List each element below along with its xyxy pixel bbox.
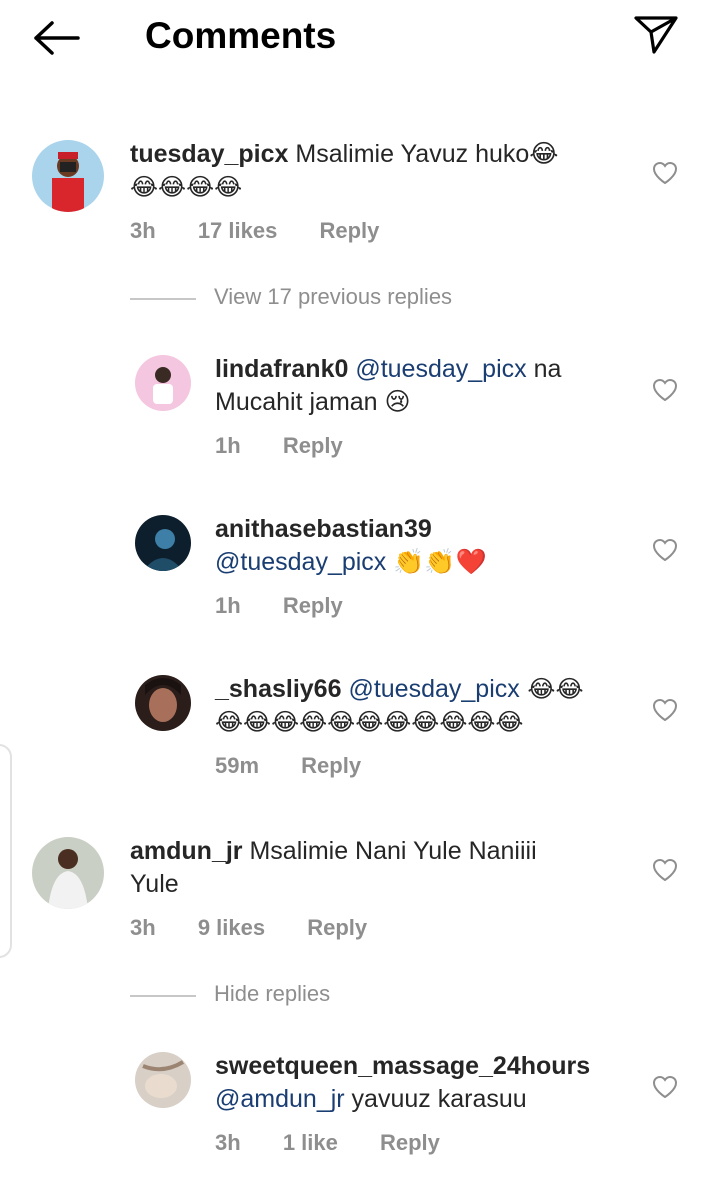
reply-button[interactable]: Reply — [319, 218, 379, 243]
comment-text: Msalimie Nani Yule Naniiii — [249, 837, 537, 865]
reply-username[interactable]: anithasebastian39 — [215, 515, 432, 543]
comment-item: tuesday_picx Msalimie Yavuz huko😂 😂😂😂😂 3… — [0, 130, 720, 260]
reply-button[interactable]: Reply — [283, 433, 343, 458]
divider — [130, 995, 196, 997]
hide-replies-label: Hide replies — [214, 981, 331, 1006]
comment-body: amdun_jr Msalimie Nani Yule Naniiii Yule — [130, 835, 630, 901]
heart-icon[interactable] — [651, 697, 679, 723]
reply-button[interactable]: Reply — [307, 915, 367, 940]
comment-meta: 3h 9 likes Reply — [130, 915, 403, 941]
reply-text: 👏👏❤️ — [386, 548, 487, 576]
reply-likes[interactable]: 1 like — [283, 1130, 338, 1155]
reply-body: _shasliy66 @tuesday_picx 😂😂 😂😂😂😂😂😂😂😂😂😂😂 — [215, 673, 635, 739]
comment-body: tuesday_picx Msalimie Yavuz huko😂 😂😂😂😂 — [130, 138, 630, 204]
reply-item: sweetqueen_massage_24hours @amdun_jr yav… — [0, 1042, 720, 1172]
mention-link[interactable]: @amdun_jr — [215, 1085, 345, 1113]
reply-meta: 3h 1 like Reply — [215, 1130, 476, 1156]
reply-item: anithasebastian39 @tuesday_picx 👏👏❤️ 1h … — [0, 505, 720, 635]
avatar[interactable] — [135, 515, 191, 571]
reply-body: lindafrank0 @tuesday_picx na Mucahit jam… — [215, 353, 635, 419]
heart-icon[interactable] — [651, 377, 679, 403]
heart-icon[interactable] — [651, 857, 679, 883]
paper-plane-icon — [634, 16, 678, 54]
comment-username[interactable]: tuesday_picx — [130, 140, 288, 168]
reply-item: lindafrank0 @tuesday_picx na Mucahit jam… — [0, 345, 720, 475]
reply-time: 1h — [215, 433, 241, 458]
avatar[interactable] — [135, 355, 191, 411]
reply-button[interactable]: Reply — [283, 593, 343, 618]
comment-time: 3h — [130, 218, 156, 243]
reply-body: sweetqueen_massage_24hours @amdun_jr yav… — [215, 1050, 635, 1116]
comment-text: Msalimie Yavuz huko😂 — [295, 140, 559, 168]
comment-text-line2: Yule — [130, 870, 179, 898]
reply-username[interactable]: sweetqueen_massage_24hours — [215, 1052, 590, 1080]
reply-body: anithasebastian39 @tuesday_picx 👏👏❤️ — [215, 513, 635, 579]
page-title: Comments — [145, 15, 337, 56]
reply-item: _shasliy66 @tuesday_picx 😂😂 😂😂😂😂😂😂😂😂😂😂😂 … — [0, 665, 720, 795]
back-button[interactable] — [30, 18, 82, 58]
reply-time: 59m — [215, 753, 260, 778]
reply-meta: 59m Reply — [215, 753, 397, 779]
heart-icon[interactable] — [651, 1074, 679, 1100]
top-bar: Comments — [0, 0, 720, 80]
hide-replies-toggle[interactable]: Hide replies — [130, 981, 430, 1011]
reply-username[interactable]: lindafrank0 — [215, 355, 348, 383]
avatar[interactable] — [32, 140, 104, 212]
mention-link[interactable]: @tuesday_picx — [215, 548, 386, 576]
mention-link[interactable]: @tuesday_picx — [355, 355, 526, 383]
reply-meta: 1h Reply — [215, 433, 379, 459]
edge-panel-handle[interactable] — [0, 744, 12, 958]
heart-icon[interactable] — [651, 160, 679, 186]
share-button[interactable] — [632, 12, 680, 56]
arrow-left-icon — [34, 21, 80, 55]
comment-item: amdun_jr Msalimie Nani Yule Naniiii Yule… — [0, 827, 720, 957]
reply-time: 1h — [215, 593, 241, 618]
comment-likes[interactable]: 17 likes — [198, 218, 278, 243]
reply-username[interactable]: _shasliy66 — [215, 675, 342, 703]
reply-text: yavuuz karasuu — [344, 1085, 527, 1113]
heart-icon[interactable] — [651, 537, 679, 563]
avatar[interactable] — [135, 1052, 191, 1108]
reply-text-line2: Mucahit jaman 😢 — [215, 388, 411, 416]
reply-time: 3h — [215, 1130, 241, 1155]
divider — [130, 298, 196, 300]
reply-meta: 1h Reply — [215, 593, 379, 619]
avatar[interactable] — [135, 675, 191, 731]
comment-text-line2: 😂😂😂😂 — [130, 173, 243, 201]
comment-likes[interactable]: 9 likes — [198, 915, 265, 940]
comment-time: 3h — [130, 915, 156, 940]
reply-text-line2: 😂😂😂😂😂😂😂😂😂😂😂 — [215, 708, 524, 736]
comment-meta: 3h 17 likes Reply — [130, 218, 415, 244]
comment-username[interactable]: amdun_jr — [130, 837, 243, 865]
reply-button[interactable]: Reply — [301, 753, 361, 778]
view-replies-label: View 17 previous replies — [214, 284, 453, 309]
reply-text: na — [526, 355, 562, 383]
reply-button[interactable]: Reply — [380, 1130, 440, 1155]
view-replies-toggle[interactable]: View 17 previous replies — [130, 284, 530, 314]
reply-text: 😂😂 — [519, 675, 584, 703]
avatar[interactable] — [32, 837, 104, 909]
mention-link[interactable]: @tuesday_picx — [348, 675, 519, 703]
